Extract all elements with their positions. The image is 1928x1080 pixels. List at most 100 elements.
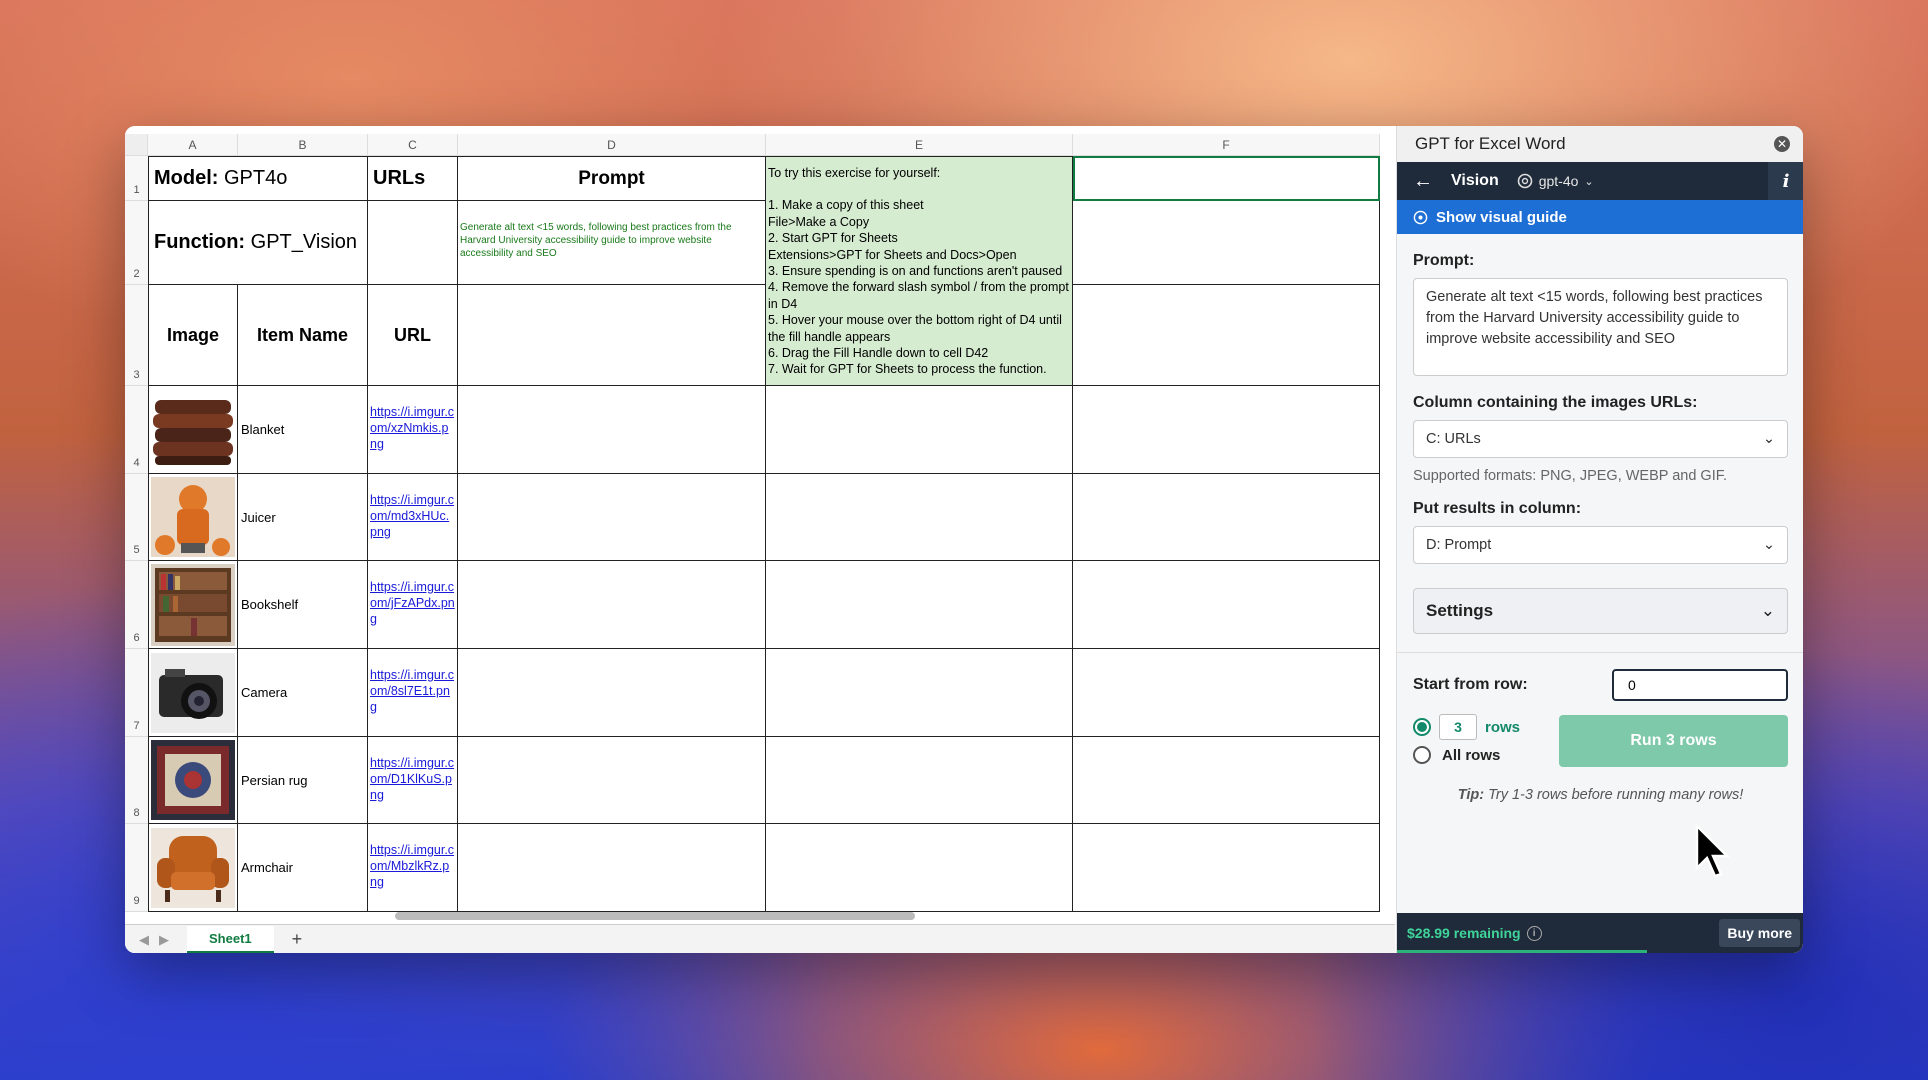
cell-e[interactable] (766, 649, 1073, 737)
sheet-tab[interactable]: Sheet1 (187, 926, 274, 953)
cell-f[interactable] (1073, 824, 1380, 912)
result-cell[interactable] (458, 737, 766, 824)
cell-a3[interactable]: Image (148, 285, 238, 386)
start-row-input[interactable]: 0 (1612, 669, 1788, 701)
item-name-cell[interactable]: Bookshelf (238, 561, 368, 649)
column-label: Column containing the images URLs: (1413, 394, 1698, 411)
prompt-textarea[interactable]: Generate alt text <15 words, following b… (1413, 278, 1788, 376)
settings-accordion[interactable]: Settings ⌄ (1413, 588, 1788, 634)
instructions-line: 4. Remove the forward slash symbol / fro… (768, 280, 1069, 311)
col-header-c[interactable]: C (368, 134, 458, 156)
row-header-8[interactable]: 8 (125, 737, 148, 824)
cell-e[interactable] (766, 386, 1073, 474)
cell-f3[interactable] (1073, 285, 1380, 386)
cell-f[interactable] (1073, 737, 1380, 824)
url-link[interactable]: https://i.imgur.com/8sl7E1t.png (368, 649, 458, 737)
scroll-right-icon[interactable]: ▶ (159, 932, 169, 948)
cell-c3[interactable]: URL (368, 285, 458, 386)
row-header-1[interactable]: 1 (125, 156, 148, 201)
cell-f[interactable] (1073, 386, 1380, 474)
row-header-7[interactable]: 7 (125, 649, 148, 737)
cell-d1[interactable]: Prompt (458, 156, 766, 201)
col-header-d[interactable]: D (458, 134, 766, 156)
cell-d3[interactable] (458, 285, 766, 386)
info-button[interactable]: i (1768, 162, 1803, 200)
instructions-cell[interactable]: To try this exercise for yourself: 1. Ma… (766, 156, 1073, 386)
item-name-cell[interactable]: Blanket (238, 386, 368, 474)
result-cell[interactable] (458, 474, 766, 561)
show-visual-guide-link[interactable]: Show visual guide (1397, 200, 1803, 234)
results-column-select[interactable]: D: Prompt ⌄ (1413, 526, 1788, 564)
cell-c2[interactable] (368, 201, 458, 285)
back-arrow-icon[interactable]: ← (1413, 170, 1433, 193)
image-cell[interactable] (148, 386, 238, 474)
cell-f1-selected[interactable] (1073, 156, 1380, 201)
item-name-cell[interactable]: Persian rug (238, 737, 368, 824)
cell-a1[interactable]: Model: GPT4o (148, 156, 368, 201)
close-icon[interactable]: ✕ (1774, 136, 1790, 152)
add-sheet-button[interactable]: + (292, 929, 303, 950)
item-name-cell[interactable]: Armchair (238, 824, 368, 912)
col-header-e[interactable]: E (766, 134, 1073, 156)
cell-b3[interactable]: Item Name (238, 285, 368, 386)
cell-c1[interactable]: URLs (368, 156, 458, 201)
instructions-line: 2. Start GPT for Sheets (768, 231, 898, 246)
image-column-select[interactable]: C: URLs ⌄ (1413, 420, 1788, 458)
image-cell[interactable] (148, 649, 238, 737)
cell-e[interactable] (766, 474, 1073, 561)
cell-e[interactable] (766, 824, 1073, 912)
cell-e[interactable] (766, 737, 1073, 824)
select-all-corner[interactable] (125, 134, 148, 156)
result-cell[interactable] (458, 561, 766, 649)
row-header-3[interactable]: 3 (125, 285, 148, 386)
cell-f[interactable] (1073, 474, 1380, 561)
model-label: Model: (154, 167, 219, 189)
instructions-line: 6. Drag the Fill Handle down to cell D42 (768, 346, 989, 361)
result-cell[interactable] (458, 824, 766, 912)
all-rows-radio[interactable] (1413, 746, 1431, 764)
url-link[interactable]: https://i.imgur.com/jFzAPdx.png (368, 561, 458, 649)
col-header-f[interactable]: F (1073, 134, 1380, 156)
image-cell[interactable] (148, 824, 238, 912)
scroll-left-icon[interactable]: ◀ (139, 932, 149, 948)
panel-body: Prompt: Generate alt text <15 words, fol… (1397, 252, 1803, 803)
image-cell[interactable] (148, 474, 238, 561)
row-header-9[interactable]: 9 (125, 824, 148, 912)
cell-f2[interactable] (1073, 201, 1380, 285)
remaining-text: $28.99 remaining (1407, 925, 1521, 941)
image-cell[interactable] (148, 737, 238, 824)
rows-count-input[interactable]: 3 (1439, 714, 1477, 740)
item-name-cell[interactable]: Juicer (238, 474, 368, 561)
cell-a2[interactable]: Function: GPT_Vision (148, 201, 368, 285)
row-header-2[interactable]: 2 (125, 201, 148, 285)
row-header-4[interactable]: 4 (125, 386, 148, 474)
url-link[interactable]: https://i.imgur.com/md3xHUc.png (368, 474, 458, 561)
url-link[interactable]: https://i.imgur.com/xzNmkis.png (368, 386, 458, 474)
cell-f[interactable] (1073, 561, 1380, 649)
rug-image (151, 740, 235, 820)
horizontal-scrollbar[interactable] (395, 912, 915, 920)
row-header-5[interactable]: 5 (125, 474, 148, 561)
row-header-6[interactable]: 6 (125, 561, 148, 649)
image-cell[interactable] (148, 561, 238, 649)
run-button[interactable]: Run 3 rows (1559, 715, 1788, 767)
result-cell[interactable] (458, 386, 766, 474)
all-rows-option[interactable]: All rows (1413, 741, 1551, 769)
url-link[interactable]: https://i.imgur.com/D1KlKuS.png (368, 737, 458, 824)
cell-d2-prompt[interactable]: Generate alt text <15 words, following b… (458, 201, 766, 285)
result-cell[interactable] (458, 649, 766, 737)
col-header-b[interactable]: B (238, 134, 368, 156)
cell-f[interactable] (1073, 649, 1380, 737)
rows-label: rows (1485, 718, 1521, 736)
info-icon[interactable]: i (1526, 925, 1542, 941)
col-header-a[interactable]: A (148, 134, 238, 156)
rows-count-option[interactable]: 3 rows (1413, 713, 1551, 741)
url-link[interactable]: https://i.imgur.com/MbzlkRz.png (368, 824, 458, 912)
model-selector[interactable]: gpt-4o ⌄ (1517, 173, 1594, 189)
rows-radio[interactable] (1413, 718, 1431, 736)
buy-more-button[interactable]: Buy more (1719, 919, 1800, 947)
armchair-image (151, 827, 235, 908)
cell-e[interactable] (766, 561, 1073, 649)
model-value: GPT4o (224, 167, 288, 189)
item-name-cell[interactable]: Camera (238, 649, 368, 737)
